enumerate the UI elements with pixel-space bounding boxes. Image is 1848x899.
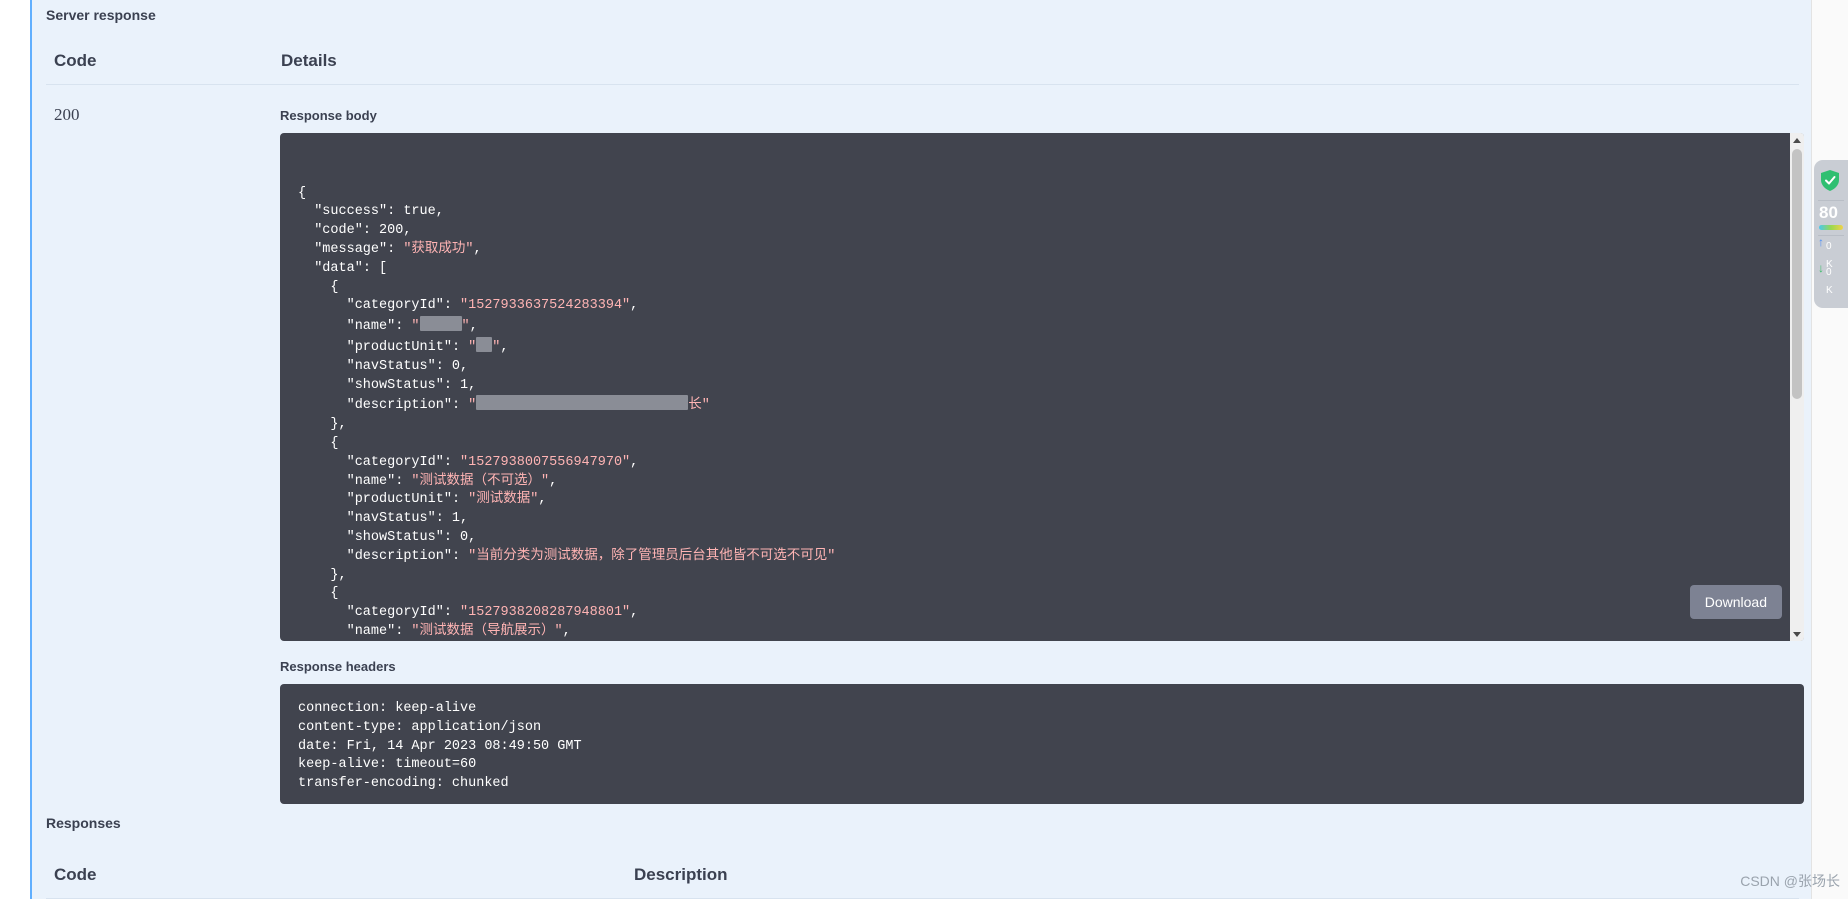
response-body-label: Response body (280, 108, 377, 123)
redacted-value (476, 395, 689, 411)
left-gutter (0, 0, 30, 899)
upload-speed-row: ↑ 0 K (1814, 235, 1848, 270)
page-scrollbar[interactable] (1811, 0, 1848, 899)
screen-root: Server response Code Details 200 Respons… (0, 0, 1848, 899)
response-details-column: Response body { "success": true, "code":… (280, 108, 1804, 822)
download-arrow-icon: ↓ (1818, 261, 1824, 275)
network-score-bar (1819, 225, 1843, 230)
network-speed-widget[interactable]: 80 ↑ 0 K ↓ 0 K (1814, 160, 1848, 308)
download-speed-unit: K (1826, 285, 1833, 296)
scrollbar-thumb[interactable] (1792, 149, 1802, 399)
column-header-code: Code (54, 51, 97, 70)
download-speed-row: ↓ 0 K (1814, 261, 1848, 296)
response-body-scrollbar[interactable] (1790, 133, 1804, 641)
server-response-table-header: Code Details (46, 40, 1799, 85)
scroll-down-arrow-icon[interactable] (1790, 627, 1804, 641)
responses-title: Responses (46, 815, 121, 831)
watermark: CSDN @张场长 (1740, 873, 1840, 889)
scroll-up-arrow-icon[interactable] (1790, 133, 1804, 147)
redacted-value (419, 316, 462, 332)
upload-arrow-icon: ↑ (1818, 235, 1824, 249)
upload-speed-value: 0 (1826, 241, 1832, 252)
download-speed-value: 0 (1826, 267, 1832, 278)
response-headers-label: Response headers (280, 659, 396, 674)
status-code-value: 200 (54, 105, 80, 124)
response-body-code-block[interactable]: { "success": true, "code": 200, "message… (280, 133, 1804, 641)
responses-column-header-code: Code (54, 865, 97, 884)
network-score: 80 (1819, 203, 1838, 222)
shield-icon (1814, 160, 1848, 200)
response-body-text: { "success": true, "code": 200, "message… (298, 185, 836, 639)
swagger-try-it-panel: Server response Code Details 200 Respons… (30, 0, 1811, 899)
redacted-value (476, 336, 493, 352)
column-header-details: Details (281, 51, 337, 70)
server-response-title: Server response (46, 7, 156, 23)
responses-column-header-description: Description (634, 865, 728, 884)
response-headers-code-block: connection: keep-alive content-type: app… (280, 684, 1804, 804)
download-button[interactable]: Download (1689, 585, 1782, 619)
responses-table-header: Code Description (46, 854, 1799, 899)
